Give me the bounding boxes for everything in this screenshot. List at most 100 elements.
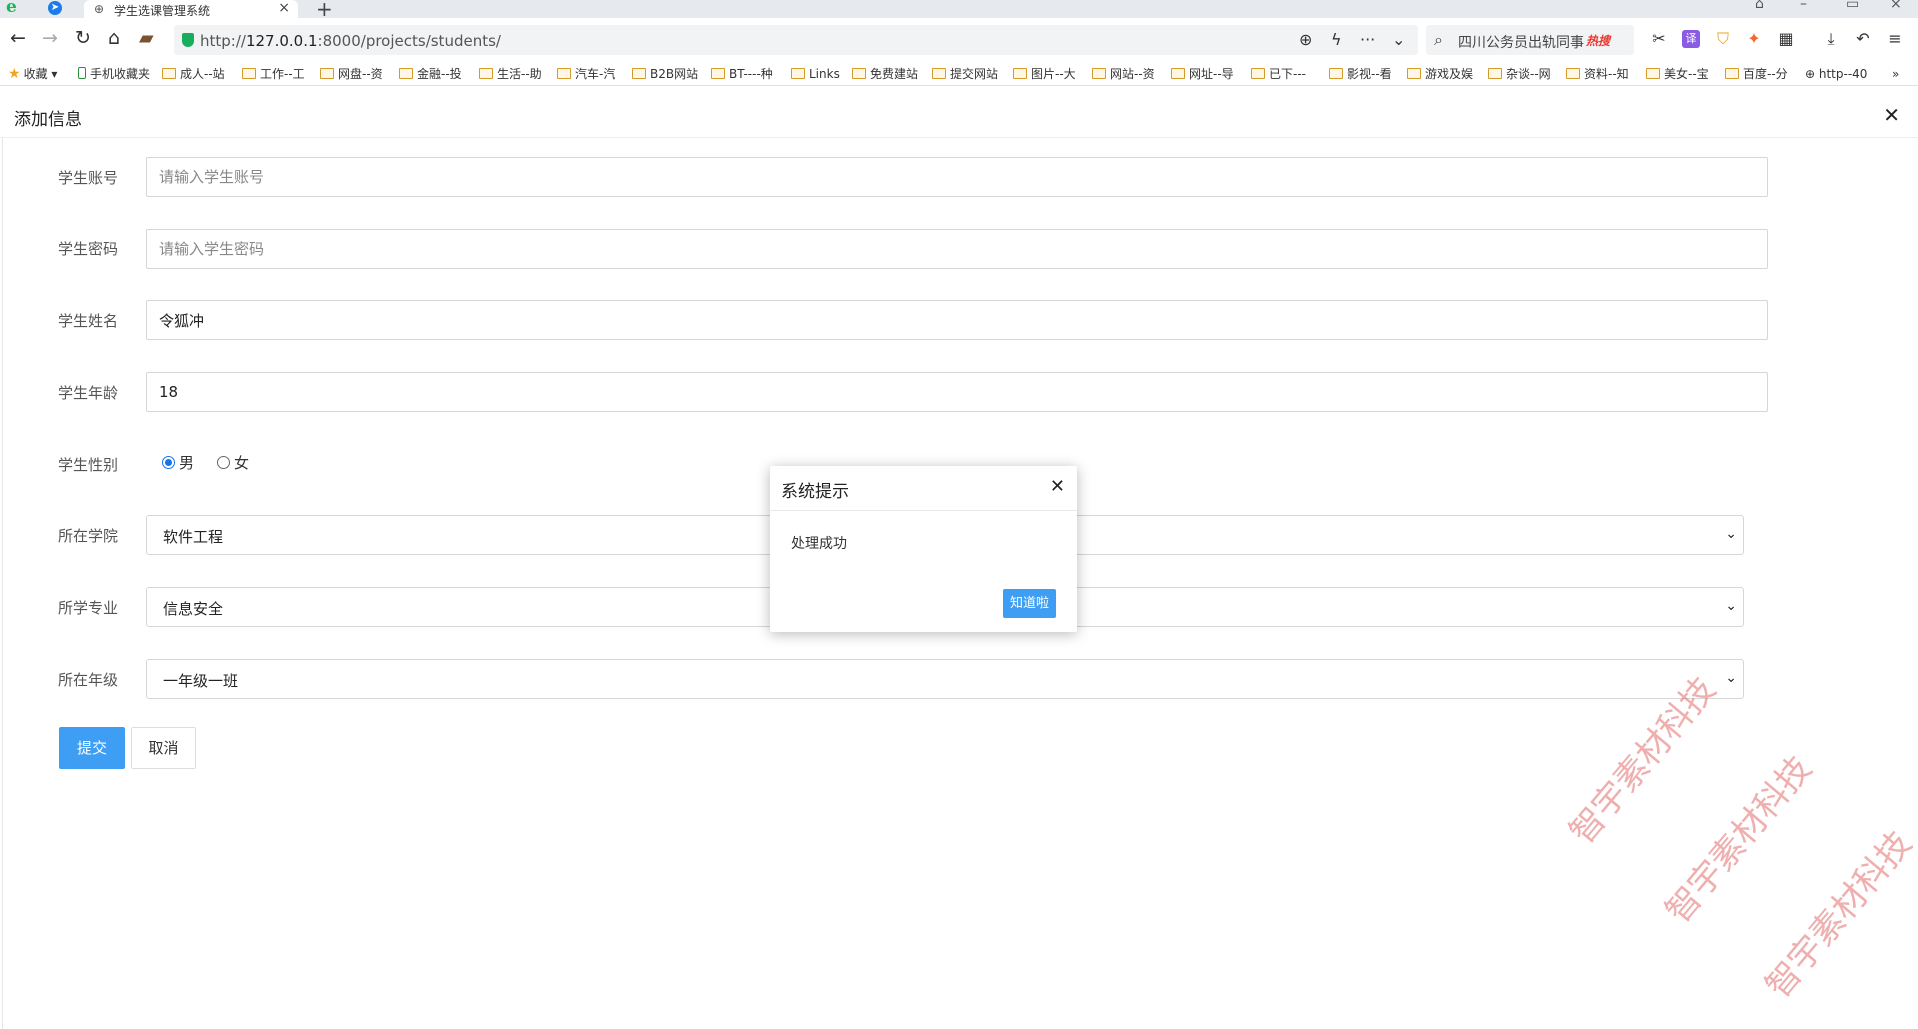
briefcase-icon[interactable]: ▰ <box>139 28 154 48</box>
bookmark-folder[interactable]: 已下--- <box>1251 66 1306 82</box>
more-icon[interactable]: ··· <box>1360 30 1375 49</box>
close-icon[interactable]: ✕ <box>1050 476 1065 497</box>
dialog-header: 系统提示 ✕ <box>770 466 1077 511</box>
more-bookmarks-icon[interactable]: » <box>1892 66 1899 82</box>
folder-icon <box>162 68 176 79</box>
forward-icon[interactable]: → <box>42 28 58 48</box>
search-box[interactable]: ⌕ 四川公务员出轨同事 热搜 <box>1426 25 1634 55</box>
bookmark-folder[interactable]: 提交网站 <box>932 66 998 82</box>
translate-icon[interactable]: 译 <box>1682 30 1700 48</box>
system-prompt-dialog: 系统提示 ✕ 处理成功 知道啦 <box>770 466 1077 632</box>
minimize-button[interactable]: – <box>1800 0 1807 12</box>
bookmark-link[interactable]: ⊕ http--40 <box>1805 66 1867 82</box>
folder-icon <box>557 68 571 79</box>
grade-label: 所在年级 <box>58 671 119 689</box>
age-input[interactable] <box>146 372 1768 412</box>
password-input[interactable] <box>146 229 1768 269</box>
college-value: 软件工程 <box>163 528 224 546</box>
restore-button[interactable]: ▭ <box>1846 0 1859 12</box>
folder-icon <box>1725 68 1739 79</box>
bookmark-folder[interactable]: 成人--站 <box>162 66 225 82</box>
account-input[interactable] <box>146 157 1768 197</box>
bookmark-folder[interactable]: 百度--分 <box>1725 66 1788 82</box>
password-label: 学生密码 <box>58 240 119 258</box>
gender-label: 学生性别 <box>58 456 119 474</box>
grade-select[interactable]: 一年级一班 ⌄ <box>146 659 1744 699</box>
telegram-icon[interactable]: ➤ <box>48 1 62 15</box>
close-icon[interactable]: ✕ <box>1883 103 1900 127</box>
bookmark-folder[interactable]: Links <box>791 66 840 82</box>
folder-icon <box>711 68 725 79</box>
chevron-down-icon: ⌄ <box>1725 670 1737 686</box>
submit-button[interactable]: 提交 <box>59 727 125 769</box>
reload-icon[interactable]: ↻ <box>75 28 91 48</box>
home-icon[interactable]: ⌂ <box>108 28 120 48</box>
page-title: 添加信息 <box>14 110 82 130</box>
address-bar[interactable]: http://127.0.0.1:8000/projects/students/… <box>174 25 1418 55</box>
apps-grid-icon[interactable]: ▦ <box>1777 30 1795 48</box>
bookmark-folder[interactable]: B2B网站 <box>632 66 698 82</box>
folder-icon <box>320 68 334 79</box>
college-label: 所在学院 <box>58 527 119 545</box>
folder-icon <box>932 68 946 79</box>
globe-icon: ⊕ <box>94 2 105 16</box>
folder-icon <box>399 68 413 79</box>
bookmark-folder[interactable]: 金融--投 <box>399 66 462 82</box>
shirt-icon[interactable]: ⌂ <box>1755 0 1764 12</box>
star-icon: ★ <box>8 66 21 82</box>
watermark: 智宇素材科技 <box>1658 748 1820 931</box>
major-value: 信息安全 <box>163 600 224 618</box>
browser-tab[interactable]: ⊕ 学生选课管理系统 × <box>84 0 298 18</box>
bookmark-mobile[interactable]: 手机收藏夹 <box>78 66 150 82</box>
folder-icon <box>1646 68 1660 79</box>
browser-toolbar: ← → ↻ ⌂ ▰ http://127.0.0.1:8000/projects… <box>0 18 1918 62</box>
lightning-icon[interactable]: ϟ <box>1331 30 1342 49</box>
chevron-down-icon[interactable]: ⌄ <box>1392 30 1405 49</box>
undo-icon[interactable]: ↶ <box>1854 30 1872 48</box>
bookmark-folder[interactable]: 游戏及娱 <box>1407 66 1473 82</box>
search-query: 四川公务员出轨同事 <box>1458 35 1584 51</box>
folder-icon <box>1407 68 1421 79</box>
cancel-button[interactable]: 取消 <box>131 727 196 769</box>
zoom-icon[interactable]: ⊕ <box>1299 30 1312 49</box>
gender-radio-female[interactable]: 女 <box>217 452 249 473</box>
browser-tab-bar: e ➤ ⊕ 学生选课管理系统 × + ⌂ – ▭ × <box>0 0 1918 21</box>
folder-icon <box>1488 68 1502 79</box>
folder-icon <box>1013 68 1027 79</box>
bookmark-folder[interactable]: 图片--大 <box>1013 66 1076 82</box>
bookmark-folder[interactable]: 网盘--资 <box>320 66 383 82</box>
name-label: 学生姓名 <box>58 312 119 330</box>
bookmark-folder[interactable]: 网站--资 <box>1092 66 1155 82</box>
bookmark-folder[interactable]: 免费建站 <box>852 66 918 82</box>
bookmark-folder[interactable]: 杂谈--网 <box>1488 66 1551 82</box>
bookmark-folder[interactable]: 生活--助 <box>479 66 542 82</box>
bookmark-folder[interactable]: 影视--看 <box>1329 66 1392 82</box>
name-input[interactable] <box>146 300 1768 340</box>
bookmark-folder[interactable]: 汽车-汽 <box>557 66 615 82</box>
ok-button[interactable]: 知道啦 <box>1003 589 1056 618</box>
bookmark-favorites[interactable]: ★ 收藏 ▾ <box>8 66 57 82</box>
bookmark-folder[interactable]: BT----种 <box>711 66 773 82</box>
major-label: 所学专业 <box>58 599 119 617</box>
game-icon[interactable]: ✦ <box>1745 30 1763 48</box>
folder-icon <box>632 68 646 79</box>
radio-checked-icon <box>162 456 175 469</box>
back-icon[interactable]: ← <box>10 28 26 48</box>
gender-radio-male[interactable]: 男 <box>162 452 194 473</box>
window-close-button[interactable]: × <box>1890 0 1902 12</box>
download-icon[interactable]: ⤓ <box>1822 30 1840 48</box>
tab-close-icon[interactable]: × <box>278 0 290 16</box>
browser-logo-icon: e <box>6 0 17 17</box>
account-label: 学生账号 <box>58 169 119 187</box>
menu-icon[interactable]: ≡ <box>1886 30 1904 48</box>
bookmark-folder[interactable]: 网址--导 <box>1171 66 1234 82</box>
bookmark-folder[interactable]: 资料--知 <box>1566 66 1629 82</box>
folder-icon <box>791 68 805 79</box>
hot-search-badge: 热搜 <box>1586 34 1611 48</box>
folder-icon <box>1566 68 1580 79</box>
bookmark-folder[interactable]: 美女--宝 <box>1646 66 1709 82</box>
bookmark-folder[interactable]: 工作--工 <box>242 66 305 82</box>
scissors-icon[interactable]: ✂ <box>1650 30 1668 48</box>
watermark: 智宇素材科技 <box>1758 823 1918 1006</box>
shield-icon[interactable]: ⛉ <box>1714 30 1732 48</box>
